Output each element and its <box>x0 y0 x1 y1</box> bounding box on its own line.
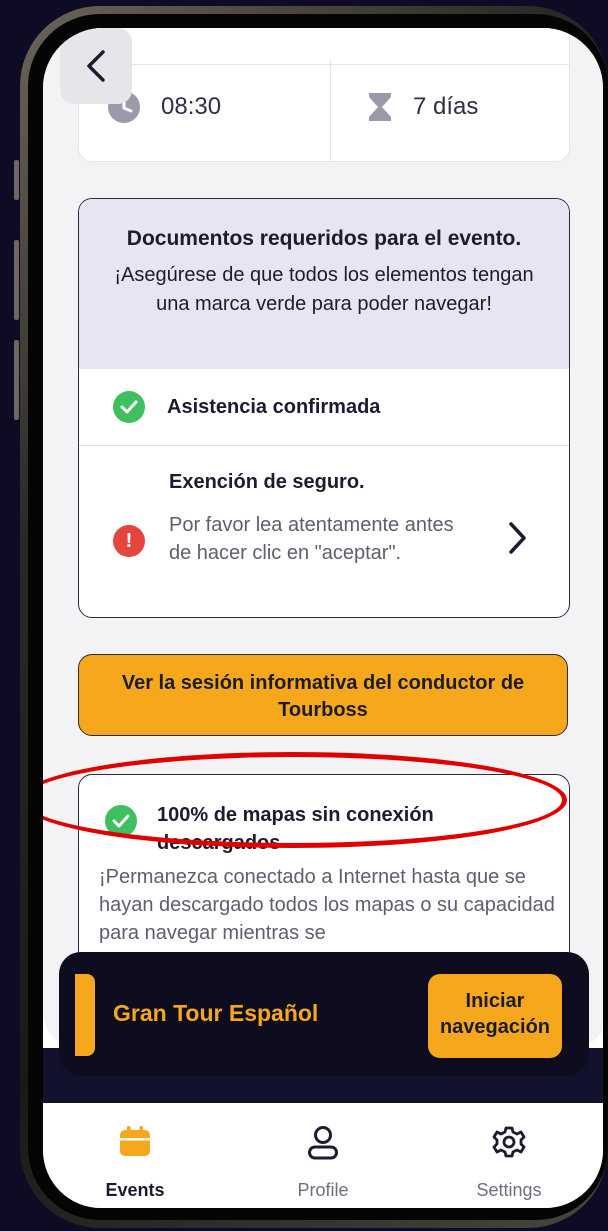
documents-subtitle: ¡Asegúrese de que todos los elementos te… <box>114 264 534 315</box>
tour-name: Gran Tour Español <box>113 1000 319 1026</box>
hourglass-icon <box>369 93 391 121</box>
divider <box>79 64 569 65</box>
start-time: 08:30 <box>161 93 222 120</box>
tab-label: Settings <box>476 1180 542 1200</box>
phone-side-button <box>14 340 19 420</box>
tour-action-bar: Gran Tour Español Iniciar navegación <box>59 952 589 1076</box>
event-time-card: 08:30 7 días <box>78 28 570 162</box>
divider <box>330 59 331 161</box>
offline-maps-body: ¡Permanezca conectado a Internet hasta q… <box>99 866 555 944</box>
required-documents-card: Documentos requeridos para el evento. ¡A… <box>78 198 570 618</box>
calendar-icon <box>120 1126 150 1156</box>
duration-cell: 7 días <box>367 71 478 143</box>
check-circle-icon <box>113 391 145 423</box>
gear-icon <box>492 1126 526 1158</box>
user-icon <box>308 1126 338 1160</box>
back-button[interactable] <box>60 28 132 104</box>
document-item-attendance: Asistencia confirmada <box>79 369 569 446</box>
chevron-right-icon <box>509 522 526 554</box>
documents-header: Documentos requeridos para el evento. ¡A… <box>79 199 569 369</box>
tab-settings[interactable]: Settings <box>449 1125 569 1201</box>
tab-profile[interactable]: Profile <box>263 1125 383 1201</box>
start-navigation-button[interactable]: Iniciar navegación <box>428 974 562 1058</box>
chevron-left-icon <box>87 50 105 82</box>
tour-accent-tab <box>75 974 95 1056</box>
document-item-label: Asistencia confirmada <box>167 395 381 418</box>
tab-label: Events <box>105 1180 165 1200</box>
app-screen: 08:30 7 días Documentos requeridos para … <box>43 28 603 1208</box>
tab-events[interactable]: Events <box>75 1125 195 1201</box>
highlight-annotation <box>43 752 567 848</box>
bottom-navigation: Events Profile Settings <box>43 1103 603 1208</box>
event-detail-content: 08:30 7 días Documentos requeridos para … <box>43 28 603 1048</box>
document-item-description: Por favor lea atentamente antes de hacer… <box>169 514 454 564</box>
document-item-label: Exención de seguro. <box>169 471 365 493</box>
alert-circle-icon: ! <box>113 525 145 557</box>
phone-side-button <box>14 240 19 320</box>
document-item-insurance-waiver[interactable]: Exención de seguro. ! Por favor lea aten… <box>79 445 569 617</box>
tab-label: Profile <box>297 1180 349 1200</box>
driver-briefing-button[interactable]: Ver la sesión informativa del conductor … <box>78 654 568 736</box>
documents-title: Documentos requeridos para el evento. <box>126 227 522 250</box>
duration: 7 días <box>413 93 479 120</box>
phone-side-button <box>14 160 19 200</box>
